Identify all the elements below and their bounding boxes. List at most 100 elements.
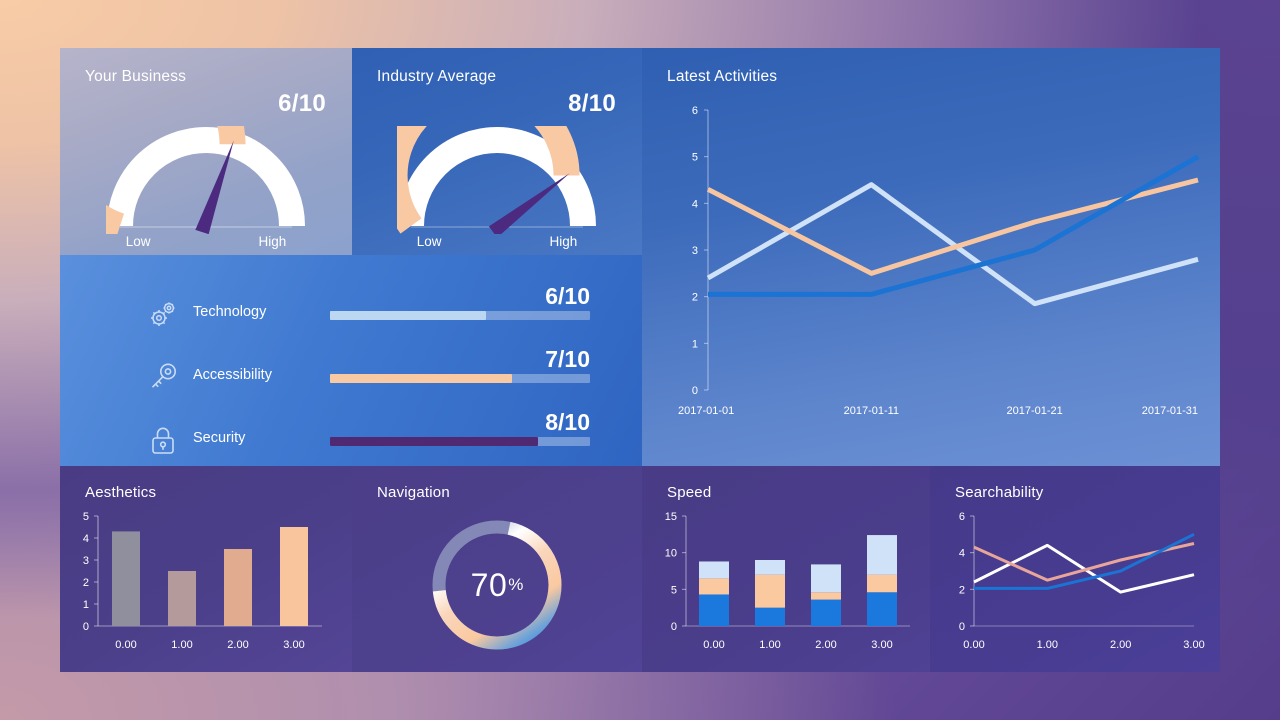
- y-tick-label: 4: [692, 198, 698, 210]
- chart-navigation-donut: 70%: [422, 510, 572, 660]
- score-progress-fill: [330, 374, 512, 383]
- dashboard: Your Business 6/10 Low High Industry Ave…: [60, 48, 1220, 672]
- line-series-2: [706, 177, 1199, 276]
- panel-speed: Speed 0 5 10 15 0.00 1.00 2.00 3.00: [642, 466, 930, 672]
- gauge-industry-average: [397, 126, 597, 234]
- x-tick-label: 2017-01-21: [1007, 405, 1063, 417]
- x-tick-label: 2017-01-01: [678, 405, 734, 417]
- score-row: Security 8/10: [60, 409, 642, 466]
- bar-segment-series-1: [755, 607, 785, 626]
- y-tick-label: 6: [959, 511, 965, 523]
- gears-icon: [146, 297, 180, 331]
- score-label: Technology: [193, 304, 267, 320]
- bar: [112, 531, 140, 626]
- panel-title-aesthetics: Aesthetics: [85, 484, 157, 501]
- gauge-low-label: Low: [416, 234, 442, 249]
- gauge-low-label: Low: [125, 234, 151, 249]
- score-industry-average: 8/10: [568, 90, 616, 117]
- bar-segment-series-3: [699, 561, 729, 579]
- bar-segment-series-1: [699, 594, 729, 626]
- y-tick-label: 3: [83, 555, 89, 567]
- bar-segment-series-3: [811, 564, 841, 593]
- panel-latest-activities: Latest Activities 0 1 2 3 4 5 6 2017-01-01 2017-…: [642, 48, 1220, 466]
- y-tick-label: 1: [692, 338, 698, 350]
- y-tick-label: 4: [959, 548, 965, 560]
- score-row: Technology 6/10: [60, 283, 642, 352]
- bar: [224, 549, 252, 626]
- bar-segment-series-2: [867, 574, 897, 593]
- x-tick-label: 3.00: [283, 639, 304, 651]
- x-tick-label: 1.00: [1037, 639, 1058, 651]
- y-tick-label: 1: [83, 599, 89, 611]
- y-tick-label: 5: [83, 511, 89, 523]
- score-progress-fill: [330, 437, 538, 446]
- gauge-needle: [488, 173, 570, 234]
- y-tick-label: 10: [665, 548, 677, 560]
- score-your-business: 6/10: [278, 90, 326, 117]
- y-tick-label: 6: [692, 105, 698, 117]
- bar: [168, 571, 196, 626]
- y-tick-label: 0: [83, 621, 89, 633]
- score-value: 8/10: [545, 409, 590, 435]
- lock-icon: [146, 423, 180, 457]
- y-tick-label: 5: [671, 584, 677, 596]
- chart-latest-activities: 0 1 2 3 4 5 6 2017-01-01 2017-01-11 2017-01-21 201…: [642, 92, 1220, 466]
- donut-center-value: 70%: [422, 510, 572, 660]
- bar-segment-series-1: [811, 599, 841, 626]
- x-tick-label: 2.00: [815, 639, 836, 651]
- score-progress-fill: [330, 311, 486, 320]
- bar-segment-series-3: [867, 535, 897, 575]
- panel-title-latest-activities: Latest Activities: [667, 68, 778, 85]
- panel-your-business: Your Business 6/10 Low High: [60, 48, 352, 255]
- y-tick-label: 5: [692, 152, 698, 164]
- gauge-labels-your-business: Low High: [60, 234, 352, 249]
- x-tick-label: 3.00: [871, 639, 892, 651]
- gauge-high-label: High: [258, 234, 287, 249]
- y-tick-label: 2: [959, 584, 965, 596]
- bar: [280, 527, 308, 626]
- donut-percent-number: 70: [470, 566, 508, 603]
- score-value: 6/10: [545, 283, 590, 309]
- y-tick-label: 4: [83, 533, 89, 545]
- bar-segment-series-2: [755, 574, 785, 608]
- score-progress-track: [330, 437, 590, 446]
- y-tick-label: 2: [83, 577, 89, 589]
- y-tick-label: 3: [692, 245, 698, 257]
- chart-aesthetics: 0 1 2 3 4 5 0.00 1.00 2.00 3.00: [60, 508, 352, 668]
- donut-percent-sign: %: [508, 575, 524, 594]
- panel-searchability: Searchability 0 2 4 6 0.00 1.00 2.00 3.00: [930, 466, 1220, 672]
- y-tick-label: 0: [692, 385, 698, 397]
- x-tick-label: 2.00: [1110, 639, 1131, 651]
- bar-segment-series-3: [755, 560, 785, 575]
- bar-segment-series-1: [867, 592, 897, 626]
- chart-searchability: 0 2 4 6 0.00 1.00 2.00 3.00: [930, 508, 1220, 668]
- gauge-high-label: High: [549, 234, 578, 249]
- y-tick-label: 0: [671, 621, 677, 633]
- x-tick-label: 0.00: [703, 639, 724, 651]
- panel-navigation: Navigation 70%: [352, 466, 642, 672]
- bar-segment-series-2: [699, 578, 729, 595]
- x-tick-label: 2017-01-11: [844, 405, 899, 417]
- key-icon: [146, 360, 180, 394]
- panel-aesthetics: Aesthetics 0 1 2 3 4 5 0.00 1.00 2.00 3.00: [60, 466, 352, 672]
- bar-segment-series-2: [811, 592, 841, 600]
- x-tick-label: 3.00: [1183, 639, 1204, 651]
- gauge-your-business: [106, 126, 306, 234]
- x-tick-label: 0.00: [963, 639, 984, 651]
- score-label: Security: [193, 430, 246, 446]
- y-tick-label: 0: [959, 621, 965, 633]
- panel-title-speed: Speed: [667, 484, 712, 501]
- score-row: Accessibility 7/10: [60, 346, 642, 415]
- panel-industry-average: Industry Average 8/10 Low High: [352, 48, 642, 255]
- score-progress-track: [330, 311, 590, 320]
- chart-speed: 0 5 10 15 0.00 1.00 2.00 3.00: [642, 508, 930, 668]
- line-series-1: [706, 182, 1199, 307]
- x-tick-label: 2017-01-31: [1142, 405, 1198, 417]
- x-tick-label: 1.00: [171, 639, 192, 651]
- panel-title-searchability: Searchability: [955, 484, 1044, 501]
- score-value: 7/10: [545, 346, 590, 372]
- score-label: Accessibility: [193, 367, 272, 383]
- x-tick-label: 1.00: [759, 639, 780, 651]
- x-tick-label: 0.00: [115, 639, 136, 651]
- gauge-labels-industry-average: Low High: [352, 234, 642, 249]
